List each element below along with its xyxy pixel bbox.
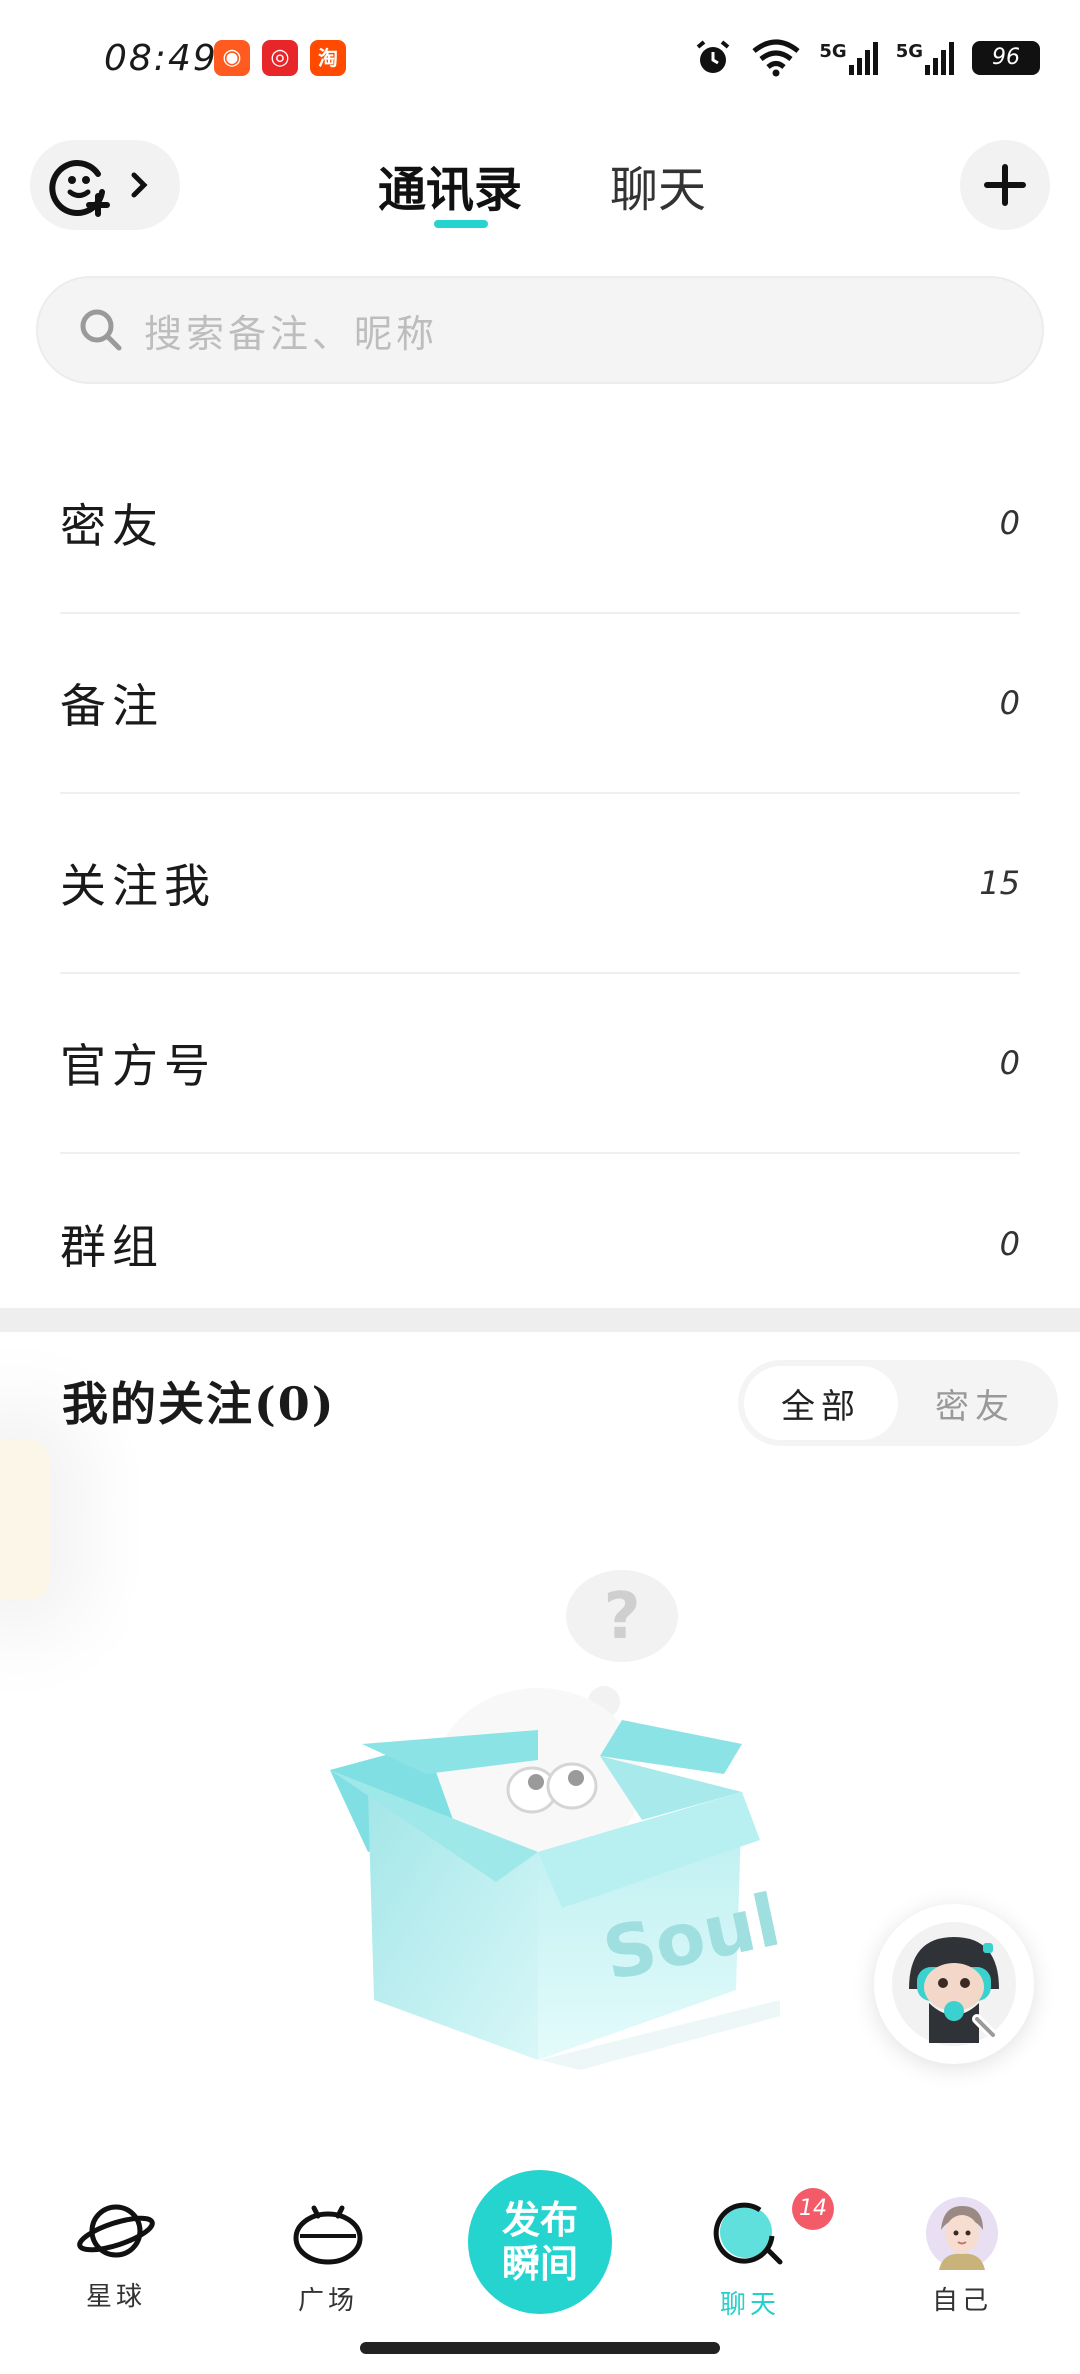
top-header: 通讯录 聊天	[0, 140, 1080, 260]
planet-icon	[77, 2204, 155, 2258]
wifi-icon	[752, 39, 800, 77]
status-time: 08:49	[104, 38, 218, 79]
category-followers[interactable]: 关注我 15	[60, 794, 1020, 974]
nav-square[interactable]: 广场	[258, 2196, 398, 2317]
nav-profile[interactable]: 自己	[892, 2196, 1032, 2317]
kuaishou-icon: ◉	[214, 40, 250, 76]
empty-box-illustration: ? Soul	[330, 1570, 780, 2070]
side-drawer-handle[interactable]	[0, 1440, 50, 1600]
search-icon	[80, 309, 122, 351]
question-mark-text: ?	[603, 1580, 640, 1654]
my-follows-title: 我的关注(0)	[62, 1377, 336, 1431]
publish-moment-button[interactable]: 发布 瞬间	[468, 2170, 612, 2314]
category-official-accounts[interactable]: 官方号 0	[60, 974, 1020, 1154]
status-bar: 08:49 ◉ ◎ 淘 5G 5G 96	[0, 0, 1080, 120]
publish-line-2: 瞬间	[501, 2242, 578, 2286]
unread-badge: 14	[792, 2188, 834, 2230]
status-icons: 5G 5G 96	[693, 36, 1040, 80]
nav-label-square: 广场	[297, 2286, 358, 2316]
netease-music-icon: ◎	[262, 40, 298, 76]
battery-indicator: 96	[972, 41, 1040, 75]
category-label: 官方号	[60, 1039, 216, 1093]
add-friend-button[interactable]	[30, 140, 180, 230]
category-label: 关注我	[60, 859, 216, 913]
category-label: 备注	[60, 679, 164, 733]
tab-active-indicator	[434, 220, 488, 228]
nav-chat[interactable]: 14 聊天	[680, 2188, 834, 2321]
filter-close-friends-button[interactable]: 密友	[898, 1366, 1052, 1440]
nav-planet[interactable]: 星球	[46, 2196, 186, 2313]
publish-line-1: 发布	[501, 2198, 578, 2242]
search-input[interactable]: 搜索备注、昵称	[36, 276, 1044, 384]
tab-chat[interactable]: 聊天	[610, 150, 706, 220]
category-count: 0	[999, 1225, 1020, 1263]
signal-2-icon: 5G	[896, 41, 954, 75]
category-label: 密友	[60, 499, 164, 553]
floating-assistant-button[interactable]	[874, 1904, 1034, 2064]
smiley-add-icon	[49, 160, 110, 217]
nav-label-planet: 星球	[85, 2282, 146, 2312]
filter-all-button[interactable]: 全部	[744, 1366, 898, 1440]
chevron-right-icon	[131, 172, 148, 198]
plus-icon	[984, 164, 1026, 206]
category-count: 15	[979, 864, 1020, 902]
add-button[interactable]	[960, 140, 1050, 230]
alarm-icon	[697, 40, 730, 73]
bottom-navigation: 星球 广场 发布 瞬间 14 聊天 自己	[0, 2150, 1080, 2374]
contact-category-list: 密友 0 备注 0 关注我 15 官方号 0 群组 0	[60, 434, 1020, 1334]
category-remarks[interactable]: 备注 0	[60, 614, 1020, 794]
category-label: 群组	[60, 1220, 164, 1274]
home-indicator[interactable]	[360, 2342, 720, 2354]
signal-1-icon: 5G	[819, 41, 878, 75]
profile-avatar-icon	[926, 2197, 998, 2270]
follow-filter-segment: 全部 密友	[738, 1360, 1058, 1446]
category-count: 0	[999, 504, 1020, 542]
diver-avatar-icon	[892, 1922, 1016, 2046]
square-face-icon	[293, 2205, 363, 2265]
tab-contacts[interactable]: 通讯录	[378, 150, 522, 220]
nav-label-profile: 自己	[931, 2286, 992, 2316]
category-groups[interactable]: 群组 0	[60, 1154, 1020, 1334]
search-placeholder: 搜索备注、昵称	[144, 311, 439, 356]
section-divider	[0, 1308, 1080, 1332]
taobao-icon: 淘	[310, 40, 346, 76]
category-close-friends[interactable]: 密友 0	[60, 434, 1020, 614]
category-count: 0	[999, 684, 1020, 722]
chat-bubble-icon	[713, 2202, 783, 2265]
category-count: 0	[999, 1044, 1020, 1082]
nav-label-chat: 聊天	[719, 2290, 780, 2320]
